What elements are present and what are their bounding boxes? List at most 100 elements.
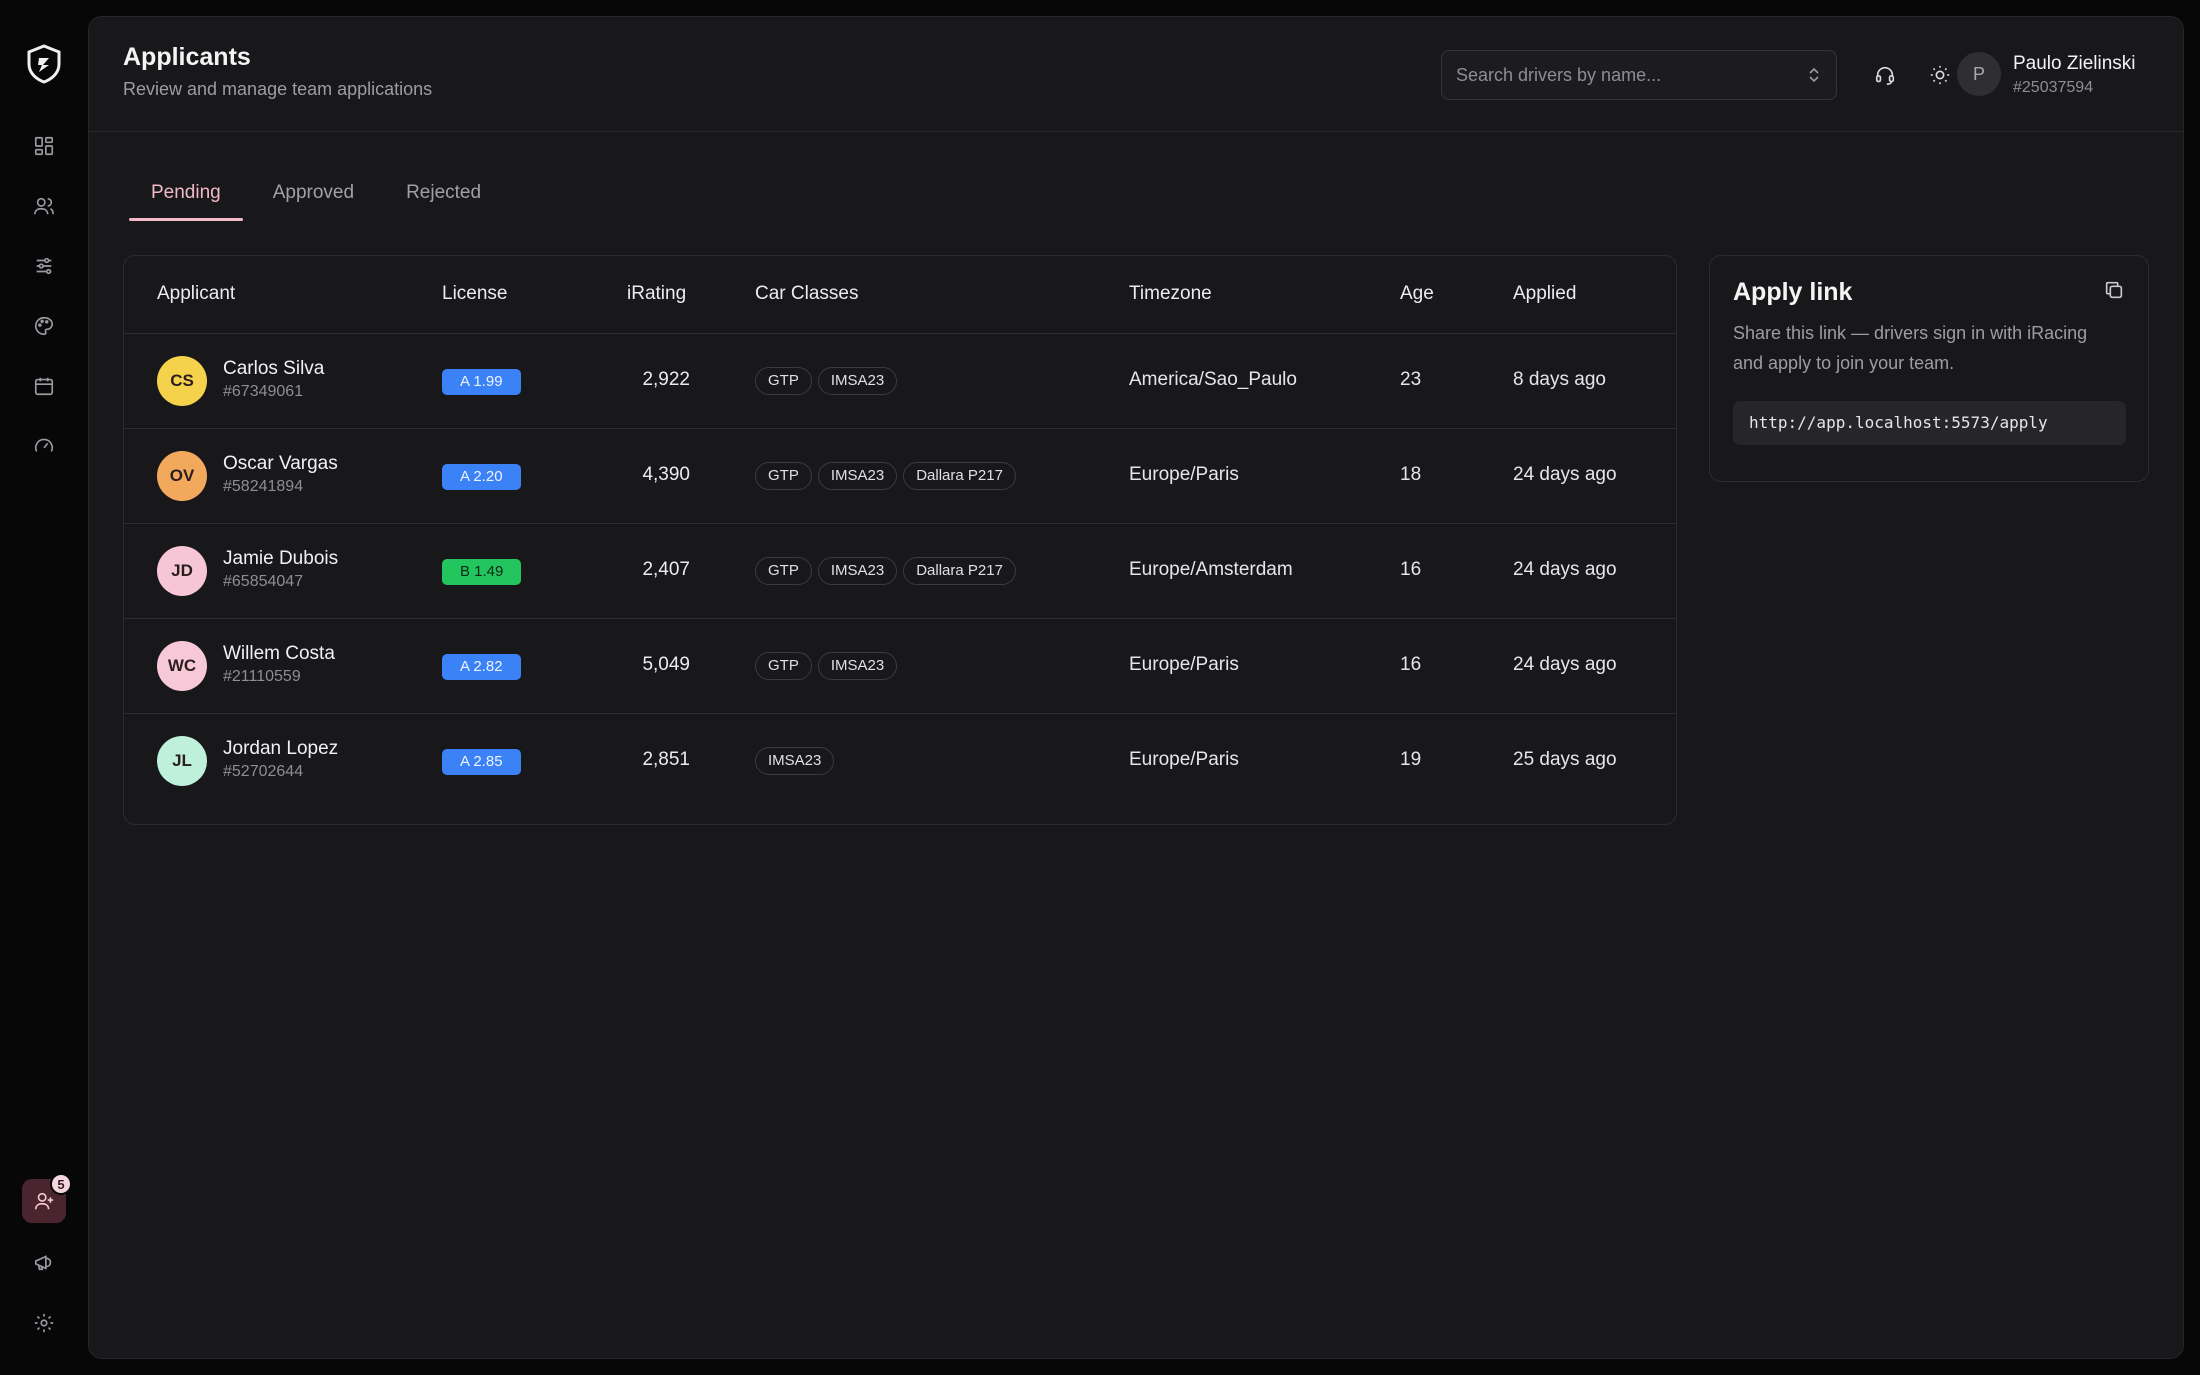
sidebar-item-setups[interactable] xyxy=(22,244,66,288)
applicant-avatar: OV xyxy=(157,451,207,501)
column-car-classes[interactable]: Car Classes xyxy=(755,283,858,305)
applicant-id: #65854047 xyxy=(223,573,304,590)
team-logo-icon[interactable] xyxy=(26,44,62,84)
age-value: 23 xyxy=(1400,369,1422,390)
irating-value: 4,390 xyxy=(642,464,690,485)
car-classes-list: GTP IMSA23 xyxy=(755,367,898,395)
theme-toggle-button[interactable] xyxy=(1924,59,1956,91)
car-classes-list: GTP IMSA23 Dallara P217 xyxy=(755,462,1016,490)
table-row[interactable]: JL Jordan Lopez #52702644 A 2.85 2,851 IMSA23… xyxy=(124,714,1676,809)
applicant-avatar: WC xyxy=(157,641,207,691)
table-row[interactable]: WC Willem Costa #21110559 A 2.82 5,049 GTP IMS… xyxy=(124,619,1676,714)
sidebar-item-dashboard[interactable] xyxy=(22,124,66,168)
column-applicant[interactable]: Applicant xyxy=(157,283,235,305)
applied-value: 24 days ago xyxy=(1513,654,1617,675)
license-badge: A 2.85 xyxy=(442,749,521,775)
applicant-name[interactable]: Carlos Silva xyxy=(223,358,324,380)
timezone-value: Europe/Amsterdam xyxy=(1129,559,1293,580)
age-value: 16 xyxy=(1400,654,1422,675)
applicant-avatar: JL xyxy=(157,736,207,786)
copy-link-button[interactable] xyxy=(2100,276,2128,304)
sidebar-item-liveries[interactable] xyxy=(22,304,66,348)
user-plus-icon xyxy=(34,1192,54,1210)
applicants-count-badge: 5 xyxy=(50,1173,72,1195)
sliders-icon xyxy=(36,257,52,275)
irating-value: 2,851 xyxy=(642,749,690,770)
column-age[interactable]: Age xyxy=(1400,283,1434,305)
applicants-table: Applicant License iRating Car Classes Ti… xyxy=(123,255,1677,825)
irating-value: 5,049 xyxy=(642,654,690,675)
user-name: Paulo Zielinski xyxy=(2013,53,2136,74)
car-class-chip: IMSA23 xyxy=(755,747,835,775)
table-row[interactable]: CS Carlos Silva #67349061 A 1.99 2,922 GTP IMS… xyxy=(124,334,1676,429)
page-title: Applicants xyxy=(123,43,251,71)
car-class-chip: IMSA23 xyxy=(817,652,898,680)
irating-value: 2,407 xyxy=(642,559,690,580)
age-value: 16 xyxy=(1400,559,1422,580)
user-avatar[interactable]: P xyxy=(1957,52,2001,96)
palette-icon xyxy=(35,316,54,336)
applicant-id: #58241894 xyxy=(223,478,304,495)
gauge-icon xyxy=(34,438,54,452)
headset-icon xyxy=(1875,66,1895,85)
table-header: Applicant License iRating Car Classes Ti… xyxy=(124,256,1676,334)
car-class-chip: Dallara P217 xyxy=(903,462,1016,490)
sidebar-item-applicants[interactable]: 5 xyxy=(22,1173,72,1223)
car-class-chip: GTP xyxy=(755,462,812,490)
app-root: 5 Applicants Review and manage team appl… xyxy=(0,0,2200,1375)
megaphone-icon xyxy=(34,1255,52,1271)
applicant-name[interactable]: Jordan Lopez xyxy=(223,738,338,760)
column-license[interactable]: License xyxy=(442,283,508,305)
dashboard-icon xyxy=(34,136,54,156)
column-irating[interactable]: iRating xyxy=(627,283,686,305)
tab-rejected[interactable]: Rejected xyxy=(384,177,503,221)
applicant-id: #67349061 xyxy=(223,383,304,400)
tab-approved[interactable]: Approved xyxy=(251,177,376,221)
column-timezone[interactable]: Timezone xyxy=(1129,283,1212,305)
applicant-id: #52702644 xyxy=(223,763,304,780)
page-header: Applicants Review and manage team applic… xyxy=(89,17,2183,132)
sidebar-item-calendar[interactable] xyxy=(22,364,66,408)
sun-icon xyxy=(1930,65,1950,85)
search-placeholder: Search drivers by name... xyxy=(1456,64,1662,85)
apply-link-url[interactable]: http://app.localhost:5573/apply xyxy=(1733,401,2126,445)
applicant-avatar: JD xyxy=(157,546,207,596)
driver-search-input[interactable]: Search drivers by name... xyxy=(1441,50,1837,100)
car-class-chip: IMSA23 xyxy=(817,367,898,395)
sidebar-item-telemetry[interactable] xyxy=(22,424,66,468)
page-subtitle: Review and manage team applications xyxy=(123,79,433,99)
applicant-name[interactable]: Willem Costa xyxy=(223,643,335,665)
age-value: 19 xyxy=(1400,749,1422,770)
support-button[interactable] xyxy=(1869,59,1901,91)
sidebar-item-announcements[interactable] xyxy=(22,1240,66,1284)
tab-pending[interactable]: Pending xyxy=(129,177,243,221)
car-classes-list: GTP IMSA23 Dallara P217 xyxy=(755,557,1016,585)
table-row[interactable]: JD Jamie Dubois #65854047 B 1.49 2,407 GTP IMS… xyxy=(124,524,1676,619)
sidebar-item-members[interactable] xyxy=(22,184,66,228)
column-applied[interactable]: Applied xyxy=(1513,283,1576,305)
applied-value: 8 days ago xyxy=(1513,369,1606,390)
applicant-name[interactable]: Jamie Dubois xyxy=(223,548,338,570)
applied-value: 24 days ago xyxy=(1513,464,1617,485)
table-row[interactable]: OV Oscar Vargas #58241894 A 2.20 4,390 GTP IMS… xyxy=(124,429,1676,524)
irating-value: 2,922 xyxy=(642,369,690,390)
copy-icon xyxy=(2105,281,2123,299)
license-badge: A 1.99 xyxy=(442,369,521,395)
age-value: 18 xyxy=(1400,464,1422,485)
timezone-value: Europe/Paris xyxy=(1129,749,1239,770)
car-class-chip: GTP xyxy=(755,652,812,680)
apply-link-description: Share this link — drivers sign in with i… xyxy=(1733,323,2088,373)
applicant-name[interactable]: Oscar Vargas xyxy=(223,453,338,475)
applicant-id: #21110559 xyxy=(223,668,301,685)
sidebar-item-settings[interactable] xyxy=(22,1301,66,1345)
applied-value: 24 days ago xyxy=(1513,559,1617,580)
car-class-chip: Dallara P217 xyxy=(903,557,1016,585)
license-badge: A 2.82 xyxy=(442,654,521,680)
user-id: #25037594 xyxy=(2013,79,2094,96)
car-classes-list: IMSA23 xyxy=(755,747,835,775)
apply-link-title: Apply link xyxy=(1733,278,1853,306)
license-badge: A 2.20 xyxy=(442,464,521,490)
car-class-chip: IMSA23 xyxy=(817,557,898,585)
timezone-value: Europe/Paris xyxy=(1129,464,1239,485)
main-panel: Applicants Review and manage team applic… xyxy=(88,16,2184,1359)
